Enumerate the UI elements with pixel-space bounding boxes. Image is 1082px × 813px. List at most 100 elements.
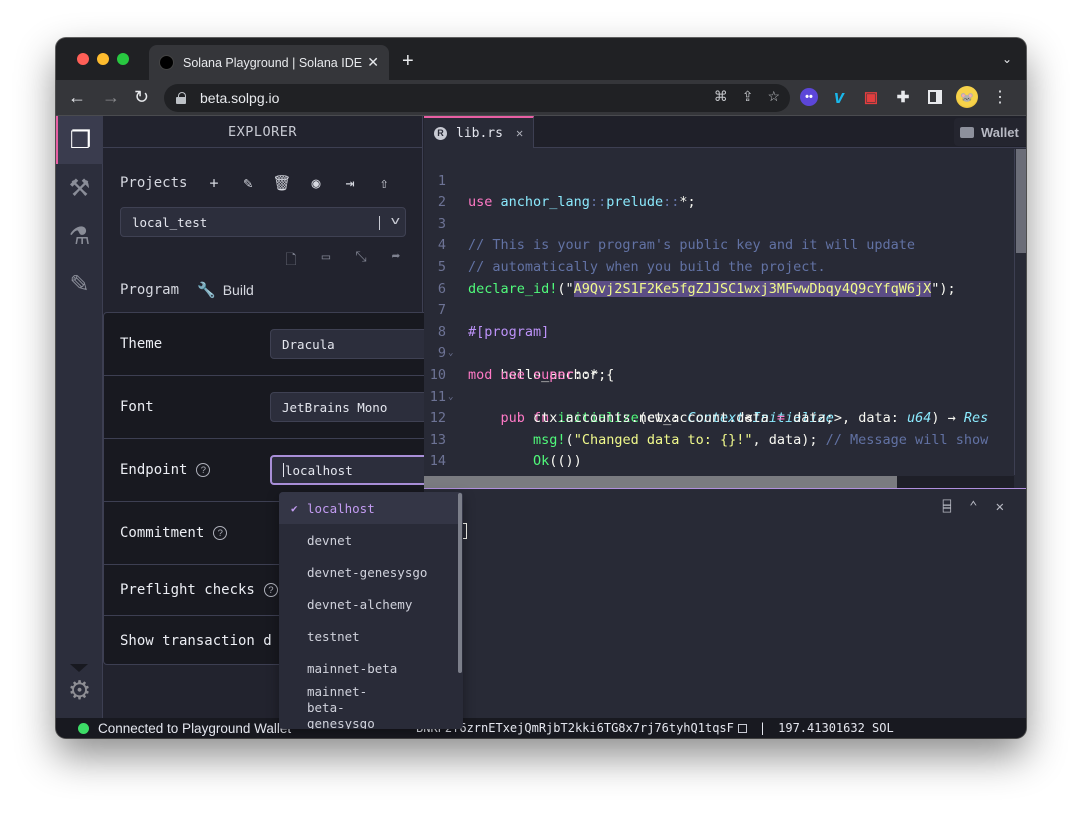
wallet-address[interactable]: BNKP2f6zrnETxejQmRjbT2kki6TG8x7rj76tyhQ1… [416,721,734,735]
tutorial-document-icon: ✎ [69,270,90,298]
new-folder-icon[interactable]: ▭ [316,249,336,273]
rename-project-icon[interactable]: ✎ [238,174,258,192]
add-project-icon[interactable]: + [204,174,224,192]
activity-test[interactable]: ⚗ [56,212,103,260]
delete-project-icon[interactable]: 🗑 [272,174,292,192]
connection-status[interactable]: Connected to Playground Wallet [98,721,291,736]
help-icon[interactable]: ? [213,526,228,540]
solana-favicon-icon [159,55,174,70]
status-separator: | [758,721,767,735]
editor-tab-label: lib.rs [456,125,503,141]
minimize-window-button[interactable] [97,53,109,65]
project-select-value: local_test [132,214,208,230]
editor-horizontal-scrollbar[interactable] [424,476,1014,488]
font-label: Font [120,399,154,415]
share-icon[interactable]: ⇪ [742,88,754,105]
export-icon[interactable]: ⇧ [374,174,394,192]
wallet-label: Wallet [981,124,1019,140]
reload-button[interactable]: ↻ [134,86,149,108]
new-tab-button[interactable]: + [402,50,414,73]
profile-avatar[interactable]: 🐭 [956,86,978,108]
endpoint-label: Endpoint [120,462,188,478]
translate-icon[interactable]: ⌘ [714,88,728,105]
gear-icon: ⚙ [67,674,92,705]
connection-status-icon [78,722,89,734]
scrollbar-thumb[interactable] [1016,149,1026,253]
endpoint-select-value: localhost [285,462,353,478]
close-terminal-icon[interactable]: ✕ [996,499,1004,515]
address-bar[interactable]: beta.solpg.io ⌘ ⇪ ☆ [164,84,790,112]
maximize-terminal-icon[interactable]: ⌃ [969,499,977,515]
help-icon[interactable]: ? [196,463,211,477]
browser-menu-icon[interactable]: ⋮ [992,87,1008,107]
setting-font: Font JetBrains Mono v [104,376,468,439]
close-tab-icon[interactable]: ✕ [516,126,523,140]
file-actions: 🗋 ▭ ⤡ ➦ [281,249,406,273]
activity-settings[interactable]: ⚙ [56,664,103,714]
program-label: Program [120,282,180,298]
external-link-icon[interactable] [737,723,747,733]
activity-build-deploy[interactable]: ⚒ [56,164,103,212]
maximize-window-button[interactable] [117,53,129,65]
backpack-icon[interactable]: ▣ [860,86,882,108]
wallet-icon [960,126,974,138]
activity-bar: ❐ ⚒ ⚗ ✎ ⚙ [56,116,103,718]
extensions-puzzle-icon[interactable]: ✚ [892,86,914,108]
tab-search-chevron-icon[interactable]: ⌄ [1002,52,1012,66]
build-button[interactable]: 🔧 Build [197,281,254,299]
back-button[interactable]: ← [68,86,86,108]
endpoint-option[interactable]: devnet-genesysgo [279,556,463,588]
files-icon: ❐ [69,126,92,154]
wallet-info: BNKP2f6zrnETxejQmRjbT2kki6TG8x7rj76tyhQ1… [416,721,894,735]
browser-window: Solana Playground | Solana IDE ✕ + ⌄ ← →… [56,38,1026,738]
code-area[interactable]: 1 use anchor_lang::prelude::*; 2 3 // Th… [424,149,1014,475]
code-line: 10 ⌄ pub fn initialize(ctx: Context<Init… [429,366,989,427]
code-line: 4 // automatically when you build the pr… [437,237,826,275]
editor-vertical-scrollbar[interactable] [1014,149,1026,475]
github-icon[interactable]: ◉ [306,174,326,192]
code-line: 8 ⌄ mod hello_anchor { [437,323,615,383]
side-panel-icon[interactable] [928,90,942,104]
forward-button[interactable]: → [102,86,120,108]
endpoint-option[interactable]: devnet-alchemy [279,588,463,620]
build-label: Build [222,282,254,298]
lock-icon [176,92,186,104]
phantom-icon[interactable]: •• [800,88,818,106]
collapse-icon[interactable]: ⤡ [351,249,371,273]
new-file-icon[interactable]: 🗋 [281,249,301,273]
font-select-value: JetBrains Mono [282,399,388,415]
editor-tab-lib-rs[interactable]: R lib.rs ✕ [424,116,534,148]
endpoint-option[interactable]: devnet [279,524,463,556]
code-line: 14 } [429,453,509,475]
show-transaction-label: Show transaction d [120,633,272,649]
project-select[interactable]: local_test v [120,207,406,237]
bookmark-star-icon[interactable]: ☆ [767,88,780,105]
browser-toolbar: ← → ↻ beta.solpg.io ⌘ ⇪ ☆ •• v ▣ ✚ 🐭 ⋮ [56,80,1026,116]
code-line: 2 [437,194,446,211]
terminal-panel[interactable]: ⌸ ⌃ ✕ $ [424,488,1026,718]
browser-tab-title: Solana Playground | Solana IDE [183,55,363,70]
endpoint-option[interactable]: testnet [279,620,463,652]
code-line: 15 } [424,451,1014,476]
clear-terminal-icon[interactable]: ⌸ [943,499,951,515]
close-tab-icon[interactable]: ✕ [367,54,379,71]
setting-theme: Theme Dracula v [104,313,468,376]
close-window-button[interactable] [77,53,89,65]
activity-explorer[interactable]: ❐ [56,116,103,164]
browser-tab[interactable]: Solana Playground | Solana IDE ✕ [149,45,389,80]
share-arrow-icon[interactable]: ➦ [386,249,406,273]
activity-tutorials[interactable]: ✎ [56,260,103,308]
chevron-down-icon: v [390,214,401,227]
browser-tabstrip: Solana Playground | Solana IDE ✕ + ⌄ [56,38,1026,80]
wallet-button[interactable]: Wallet [954,118,1026,146]
dropdown-scrollbar[interactable] [458,493,462,673]
test-tube-icon: ⚗ [68,222,91,250]
help-icon[interactable]: ? [263,583,278,597]
import-icon[interactable]: ⇥ [340,174,360,192]
endpoint-option[interactable]: mainnet-beta-genesysgo [279,684,399,730]
endpoint-option[interactable]: mainnet-beta [279,652,463,684]
vimeo-icon[interactable]: v [828,86,850,108]
scrollbar-thumb[interactable] [424,476,897,488]
endpoint-option[interactable]: ✔ localhost [279,492,463,524]
text-cursor [283,463,284,477]
